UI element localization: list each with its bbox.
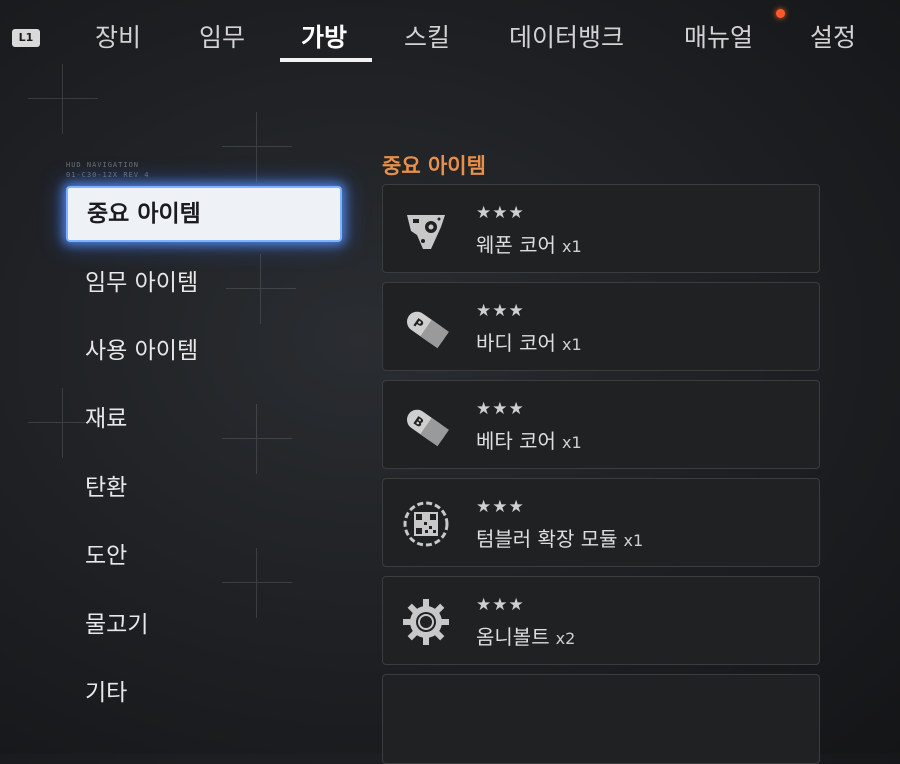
rarity-stars: ★★★: [476, 301, 525, 321]
tab-manual[interactable]: 매뉴얼: [684, 18, 753, 54]
item-card-weapon-core[interactable]: ★★★ 웨폰 코어 x1: [382, 184, 820, 273]
rarity-stars: ★★★: [476, 497, 525, 517]
category-materials[interactable]: 재료: [66, 391, 342, 447]
hud-deco-text: HUD NAVIGATION 01-C30-12X REV 4: [66, 161, 150, 179]
item-quantity: x1: [561, 237, 582, 256]
section-title: 중요 아이템: [382, 154, 486, 178]
item-quantity: x1: [623, 531, 644, 550]
category-mission-items[interactable]: 임무 아이템: [66, 255, 342, 311]
item-card-omnibolt[interactable]: ★★★ 옴니볼트 x2: [382, 576, 820, 665]
category-ammo[interactable]: 탄환: [66, 460, 342, 516]
item-card-body-core[interactable]: P ★★★ 바디 코어 x1: [382, 282, 820, 371]
tab-settings[interactable]: 설정: [810, 18, 856, 54]
qr-module-icon: [403, 501, 449, 547]
item-quantity: x2: [555, 629, 576, 648]
notification-dot: [776, 9, 785, 18]
item-card-beta-core[interactable]: B ★★★ 베타 코어 x1: [382, 380, 820, 469]
category-blueprints[interactable]: 도안: [66, 528, 342, 584]
rarity-stars: ★★★: [476, 203, 525, 223]
item-name: 베타 코어 x1: [476, 429, 582, 453]
rarity-stars: ★★★: [476, 399, 525, 419]
weapon-core-icon: [407, 215, 445, 249]
background-crosshair: [222, 112, 292, 182]
category-fish[interactable]: 물고기: [66, 597, 342, 653]
item-name: 텀블러 확장 모듈 x1: [476, 527, 644, 551]
item-name: 바디 코어 x1: [476, 331, 582, 355]
body-core-capsule-icon: P: [406, 311, 449, 349]
omnibolt-gear-icon: [403, 599, 449, 645]
item-quantity: x1: [561, 433, 582, 452]
rarity-stars: ★★★: [476, 595, 525, 615]
tab-equipment[interactable]: 장비: [95, 18, 141, 54]
beta-core-capsule-icon: B: [406, 409, 449, 447]
tab-inventory[interactable]: 가방: [301, 18, 347, 54]
tab-skills[interactable]: 스킬: [404, 18, 450, 54]
tab-databank[interactable]: 데이터뱅크: [509, 18, 624, 54]
category-usable-items[interactable]: 사용 아이템: [66, 323, 342, 379]
item-quantity: x1: [561, 335, 582, 354]
active-tab-underline: [280, 58, 372, 62]
category-important-items[interactable]: 중요 아이템: [66, 186, 342, 242]
l1-button-hint: L1: [12, 29, 40, 47]
tab-missions[interactable]: 임무: [199, 18, 245, 54]
item-name: 옴니볼트 x2: [476, 625, 576, 649]
category-other[interactable]: 기타: [66, 665, 342, 721]
item-card-tumbler-module[interactable]: ★★★ 텀블러 확장 모듈 x1: [382, 478, 820, 567]
top-navigation: L1 장비 임무 가방 스킬 데이터뱅크 매뉴얼 설정: [0, 0, 900, 64]
item-card-empty[interactable]: [382, 674, 820, 764]
item-name: 웨폰 코어 x1: [476, 233, 582, 257]
background-crosshair: [28, 64, 98, 134]
